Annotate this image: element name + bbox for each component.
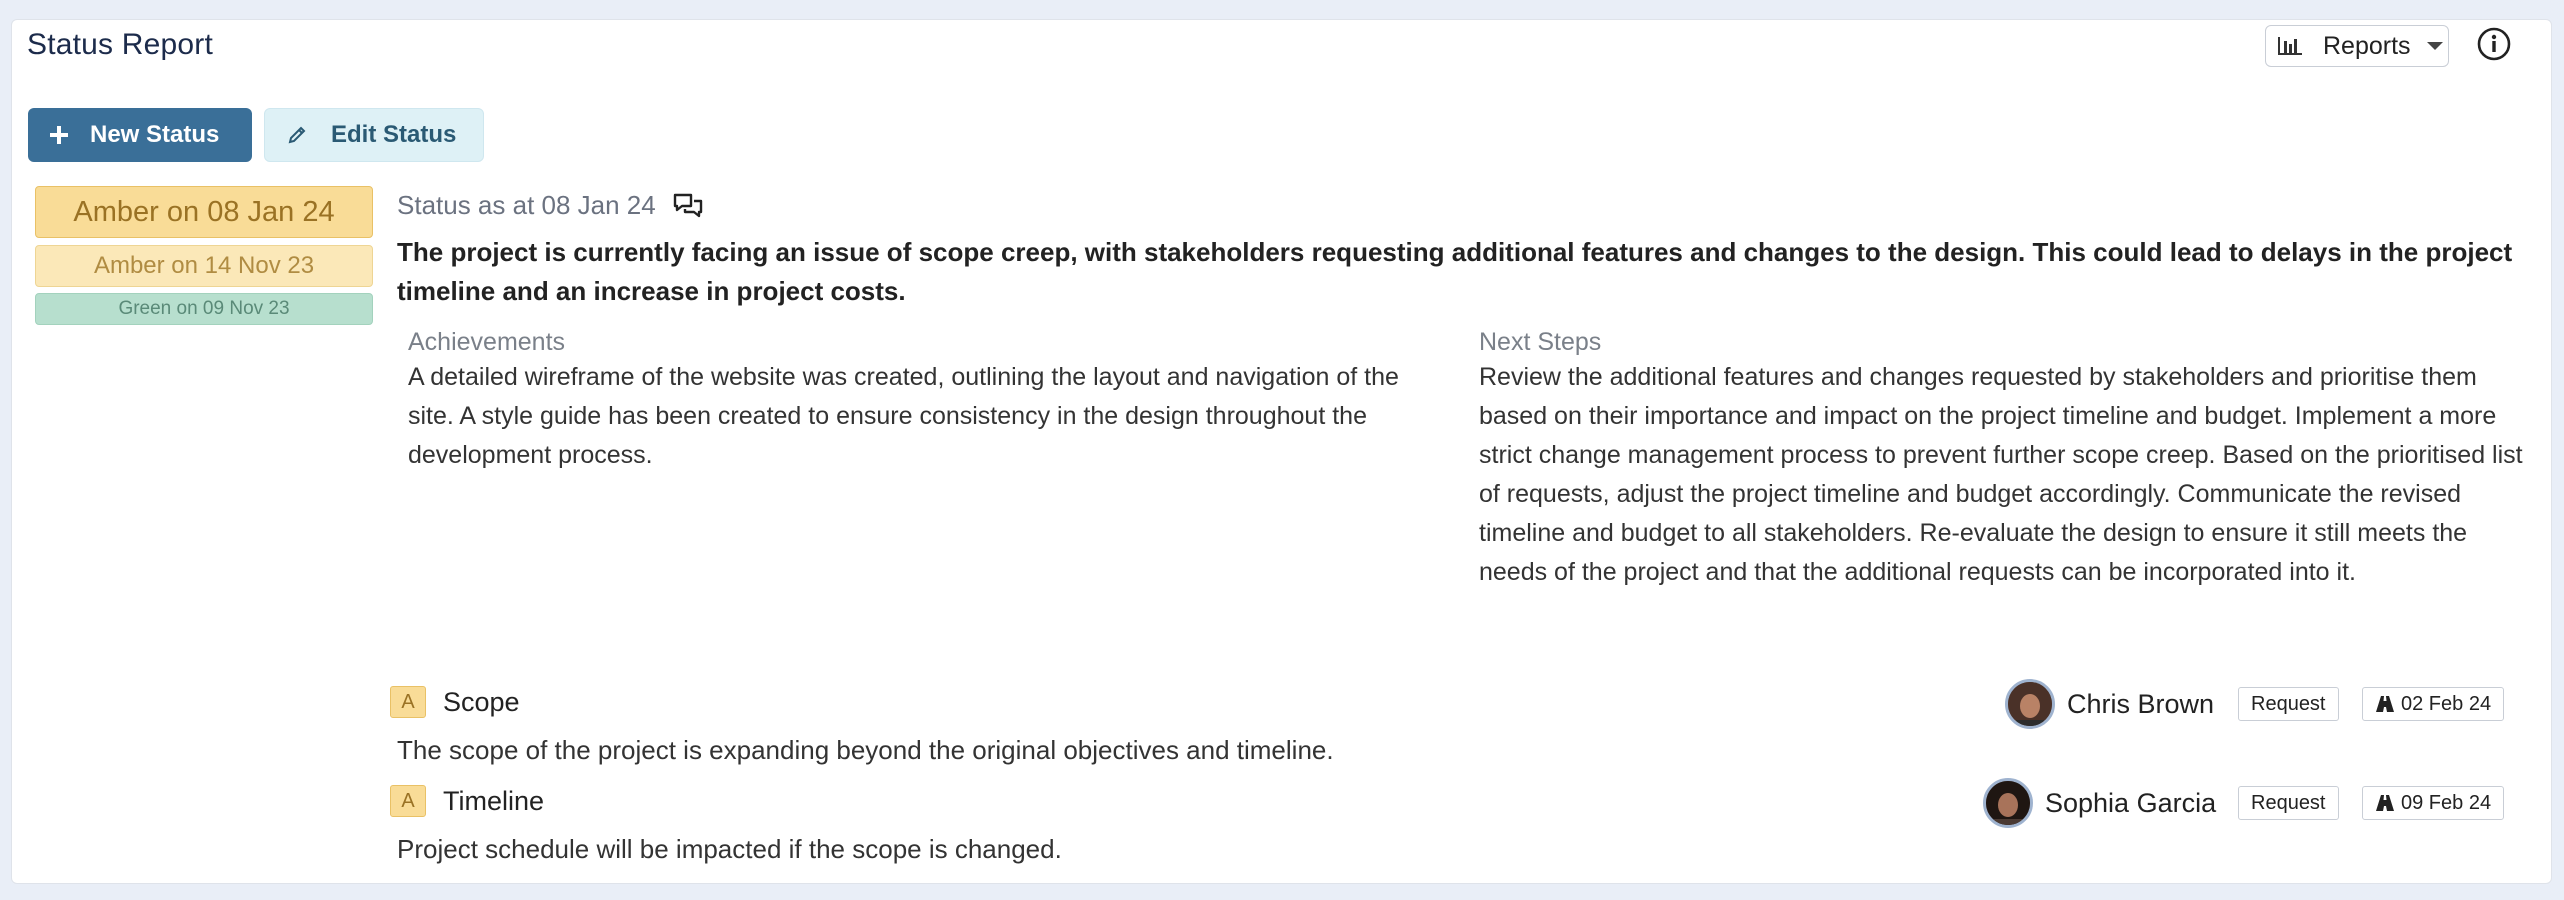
risk-description: Project schedule will be impacted if the… [397, 834, 1062, 864]
reports-dropdown[interactable]: Reports [2265, 25, 2449, 67]
due-date: 02 Feb 24 [2401, 693, 2492, 715]
next-steps-text: Review the additional features and chang… [1479, 363, 2523, 586]
rating-badge: A [390, 686, 426, 718]
achievements-text: A detailed wireframe of the website was … [408, 363, 1399, 469]
comments-icon[interactable] [672, 192, 704, 220]
pencil-icon [288, 126, 306, 144]
new-status-label: New Status [90, 121, 220, 148]
rating-badge: A [390, 785, 426, 817]
due-date-tag: 02 Feb 24 [2362, 687, 2505, 721]
reports-label: Reports [2323, 31, 2411, 60]
risk-owner[interactable]: Sophia Garcia [1983, 778, 2216, 828]
road-icon [2376, 696, 2394, 712]
avatar [1983, 778, 2033, 828]
history-item[interactable]: Green on 09 Nov 23 [35, 293, 373, 325]
avatar [2005, 679, 2055, 729]
chevron-down-icon [2426, 42, 2443, 50]
history-item-current[interactable]: Amber on 08 Jan 24 [35, 186, 373, 238]
status-as-at: Status as at 08 Jan 24 [397, 190, 656, 220]
road-icon [2376, 795, 2394, 811]
risk-description: The scope of the project is expanding be… [397, 735, 1334, 765]
owner-name: Sophia Garcia [2045, 787, 2217, 818]
next-steps-heading: Next Steps [1479, 328, 1602, 356]
risk-title: Timeline [443, 785, 545, 816]
edit-status-label: Edit Status [331, 121, 457, 148]
risk-type-tag: Request [2238, 786, 2339, 820]
owner-name: Chris Brown [2067, 688, 2215, 719]
risk-owner[interactable]: Chris Brown [2005, 679, 2214, 729]
history-item[interactable]: Amber on 14 Nov 23 [35, 245, 373, 287]
risk-item[interactable]: A Scope [390, 686, 520, 718]
edit-status-button[interactable]: Edit Status [264, 108, 484, 162]
risk-item[interactable]: A Timeline [390, 785, 544, 817]
new-status-button[interactable]: New Status [28, 108, 252, 162]
bar-chart-icon [2278, 37, 2302, 55]
info-icon[interactable] [2476, 26, 2512, 62]
risk-type-tag: Request [2238, 687, 2339, 721]
status-date-heading: Status as at 08 Jan 24 [397, 190, 704, 221]
achievements-heading: Achievements [408, 328, 566, 356]
status-summary: The project is currently facing an issue… [397, 237, 2513, 306]
due-date: 09 Feb 24 [2401, 792, 2492, 814]
page-title: Status Report [27, 28, 214, 61]
risk-title: Scope [443, 686, 520, 717]
plus-icon [50, 126, 68, 144]
due-date-tag: 09 Feb 24 [2362, 786, 2505, 820]
